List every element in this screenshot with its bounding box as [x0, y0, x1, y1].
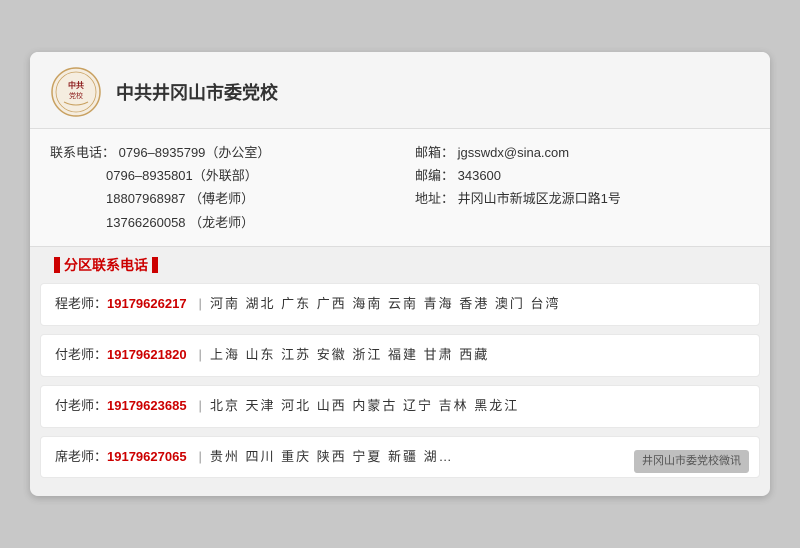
teacher-name-0: 程老师：: [55, 294, 107, 315]
postal-value: 343600: [458, 168, 501, 183]
contact-postal: 邮编： 343600: [415, 164, 750, 187]
section-title-bar: 分区联系电话: [30, 247, 770, 283]
teacher-phone-2: 19179623685: [107, 396, 187, 417]
postal-label: 邮编：: [415, 168, 454, 183]
header: 中共 党校 中共井冈山市委党校: [30, 52, 770, 129]
teacher-name-1: 付老师：: [55, 345, 107, 366]
school-name-text: 中共井冈山市委党校: [116, 79, 278, 105]
address-value: 井冈山市新城区龙源口路1号: [458, 191, 621, 206]
contact-left: 联系电话： 0796–8935799（办公室） 0796–8935801（外联部…: [50, 141, 385, 235]
phone1-value: 0796–8935799（办公室）: [119, 145, 271, 160]
divider-1: |: [199, 345, 202, 366]
region-row-3: 席老师： 19179627065 | 贵州 四川 重庆 陕西 宁夏 新疆 湖… …: [40, 436, 760, 479]
contact-phone4: 13766260058 （龙老师）: [50, 211, 385, 234]
watermark-badge: 井冈山市委党校微讯: [634, 450, 749, 474]
region-rows: 程老师： 19179626217 | 河南 湖北 广东 广西 海南 云南 青海 …: [30, 283, 770, 496]
svg-text:中共: 中共: [68, 80, 84, 90]
divider-0: |: [199, 294, 202, 315]
contact-phone1: 联系电话： 0796–8935799（办公室）: [50, 141, 385, 164]
teacher-name-3: 席老师：: [55, 447, 107, 468]
main-card: 中共 党校 中共井冈山市委党校 联系电话： 0796–8935799（办公室） …: [30, 52, 770, 497]
teacher-phone-3: 19179627065: [107, 447, 187, 468]
divider-2: |: [199, 396, 202, 417]
svg-text:党校: 党校: [69, 91, 83, 100]
red-bar-left: [54, 257, 60, 273]
regions-2: 北京 天津 河北 山西 内蒙古 辽宁 吉林 黑龙江: [210, 396, 519, 417]
phone-label: 联系电话：: [50, 145, 115, 160]
section-title-text: 分区联系电话: [64, 255, 148, 275]
email-label: 邮箱：: [415, 145, 454, 160]
region-row-1: 付老师： 19179621820 | 上海 山东 江苏 安徽 浙江 福建 甘肃 …: [40, 334, 760, 377]
contact-phone2: 0796–8935801（外联部）: [50, 164, 385, 187]
region-row-0: 程老师： 19179626217 | 河南 湖北 广东 广西 海南 云南 青海 …: [40, 283, 760, 326]
regions-0: 河南 湖北 广东 广西 海南 云南 青海 香港 澳门 台湾: [210, 294, 561, 315]
regions-1: 上海 山东 江苏 安徽 浙江 福建 甘肃 西藏: [210, 345, 489, 366]
contact-section: 联系电话： 0796–8935799（办公室） 0796–8935801（外联部…: [30, 129, 770, 248]
contact-right: 邮箱： jgsswdx@sina.com 邮编： 343600 地址： 井冈山市…: [415, 141, 750, 235]
region-row-2: 付老师： 19179623685 | 北京 天津 河北 山西 内蒙古 辽宁 吉林…: [40, 385, 760, 428]
email-value: jgsswdx@sina.com: [458, 145, 569, 160]
address-label: 地址：: [415, 191, 454, 206]
regions-3: 贵州 四川 重庆 陕西 宁夏 新疆 湖…: [210, 447, 454, 468]
school-logo: 中共 党校: [50, 66, 102, 118]
teacher-phone-1: 19179621820: [107, 345, 187, 366]
contact-phone3: 18807968987 （傅老师）: [50, 187, 385, 210]
teacher-phone-0: 19179626217: [107, 294, 187, 315]
red-bar-right: [152, 257, 158, 273]
teacher-name-2: 付老师：: [55, 396, 107, 417]
contact-address: 地址： 井冈山市新城区龙源口路1号: [415, 187, 750, 210]
contact-email: 邮箱： jgsswdx@sina.com: [415, 141, 750, 164]
divider-3: |: [199, 447, 202, 468]
